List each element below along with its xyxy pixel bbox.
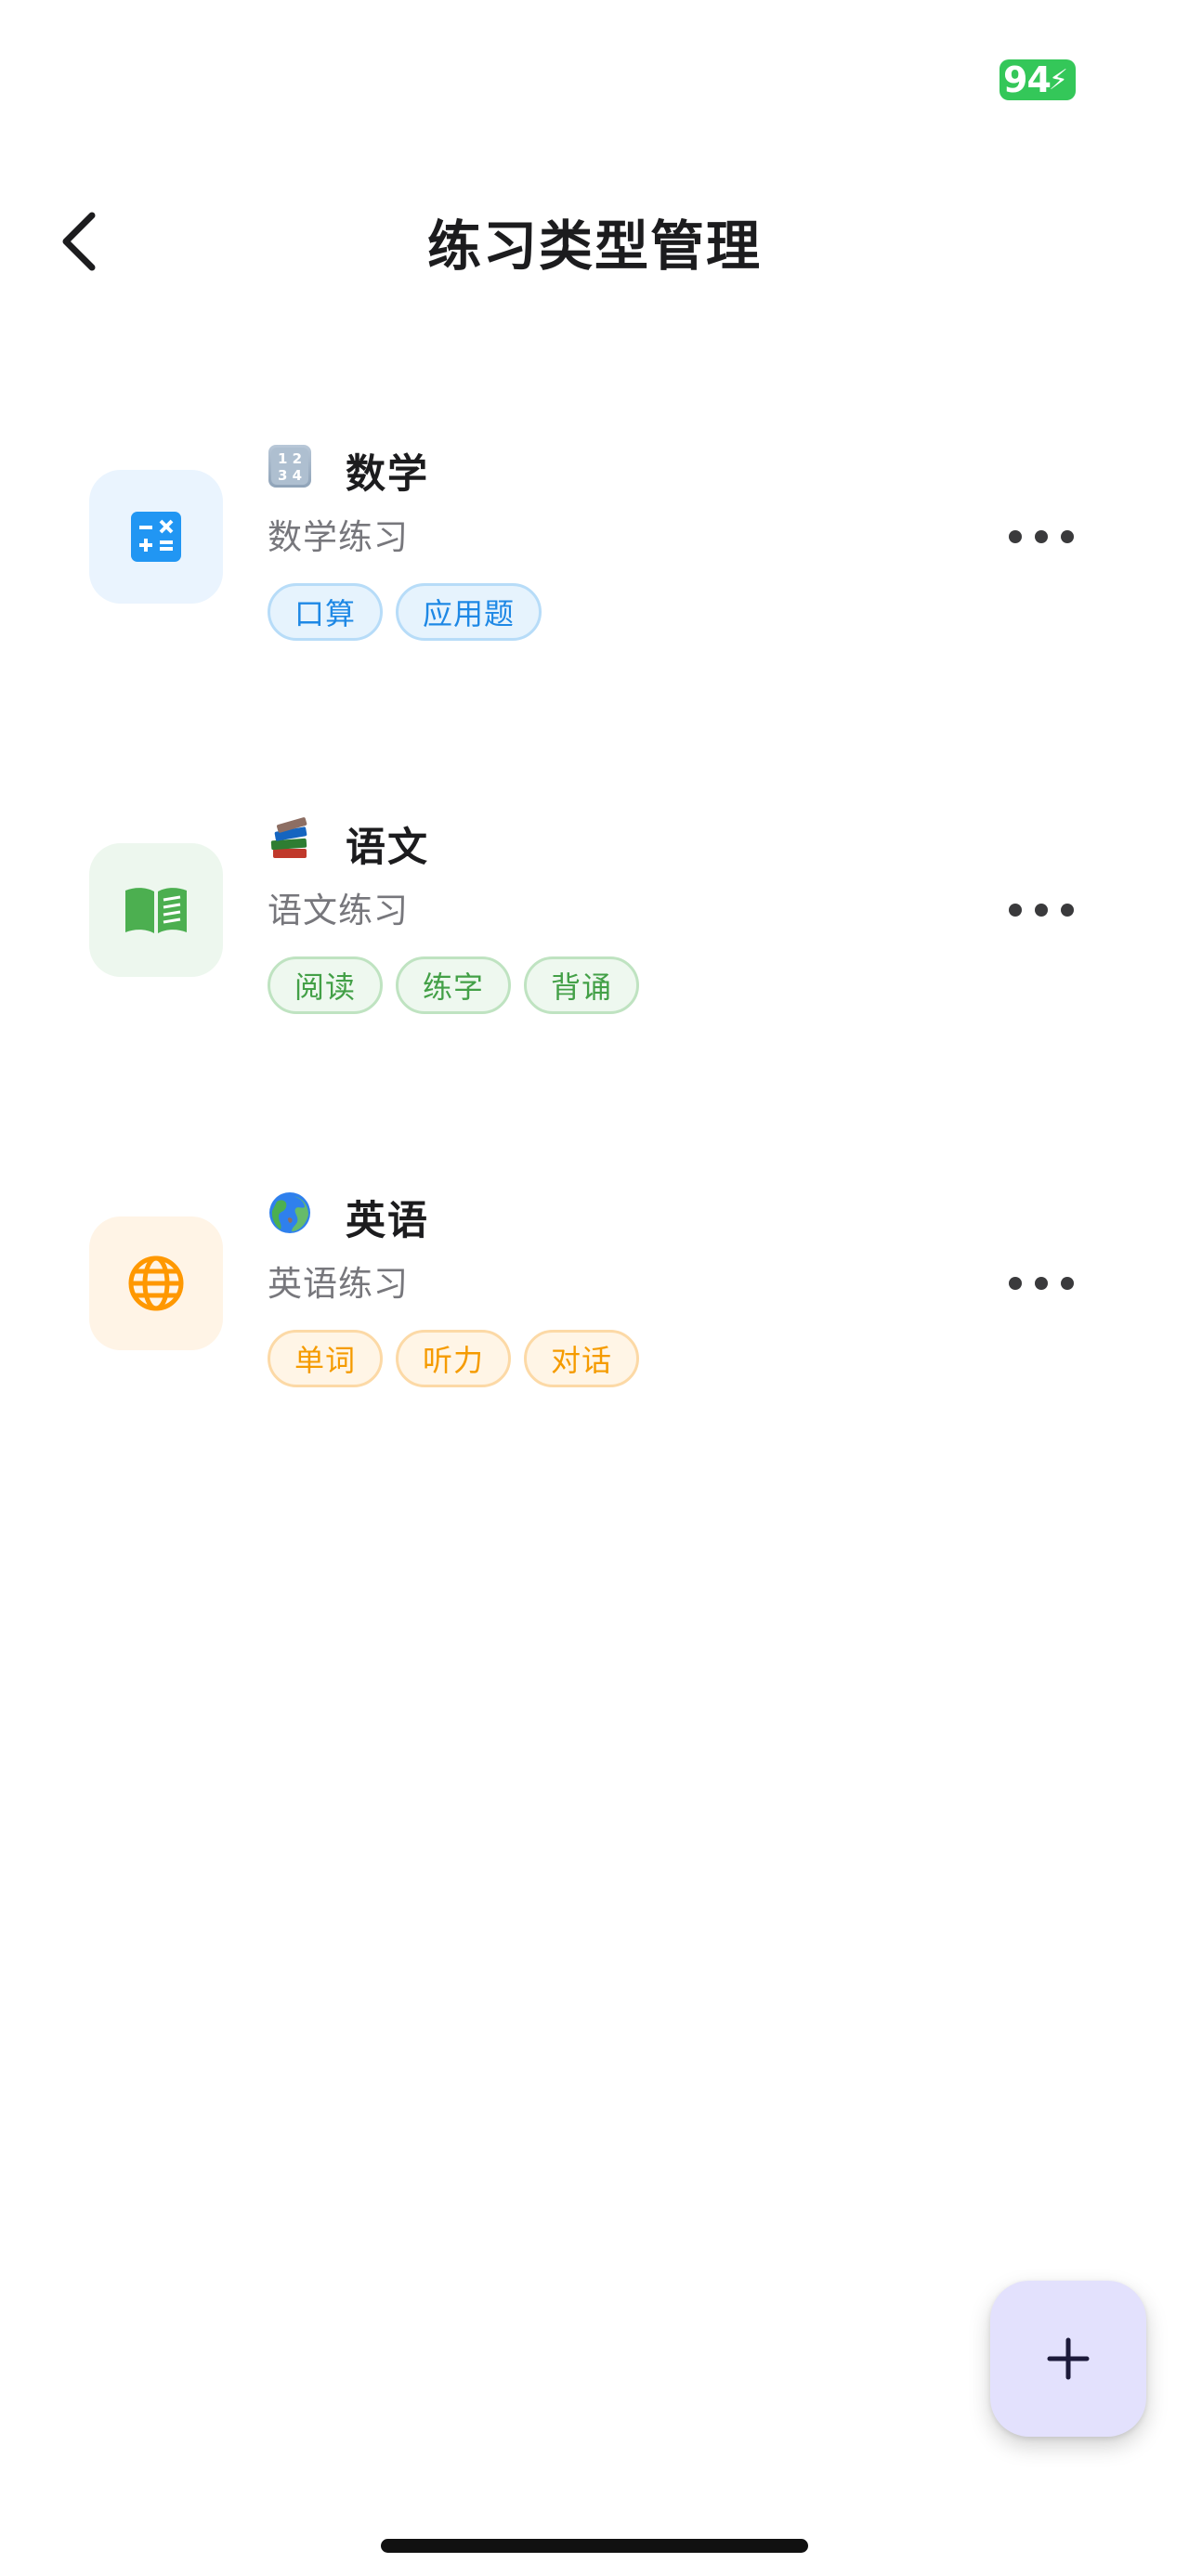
- tag-chip: 阅读: [268, 956, 384, 1014]
- type-icon-container: [89, 470, 223, 604]
- type-description: 语文练习: [268, 891, 409, 930]
- globe-emoji: [266, 1189, 314, 1237]
- charging-bolt-icon: ⚡: [1048, 63, 1068, 97]
- tag-list: 阅读 练字 背诵: [268, 956, 640, 1014]
- practice-type-management-screen: 94 ⚡ 练习类型管理 1 2 3 4 数学 数学练习 口算 应用题 语文 语文…: [0, 0, 1189, 2576]
- tag-list: 单词 听力 对话: [268, 1330, 640, 1387]
- battery-indicator: 94 ⚡: [1000, 59, 1076, 100]
- battery-level: 94: [1003, 59, 1052, 100]
- open-book-icon: [125, 888, 187, 933]
- dot: [1009, 1277, 1022, 1290]
- dot: [1009, 530, 1022, 543]
- globe-icon: [128, 1255, 184, 1311]
- tag-chip: 听力: [396, 1330, 512, 1387]
- type-icon-container: [89, 1216, 223, 1350]
- tag-list: 口算 应用题: [268, 583, 542, 641]
- svg-text:1 2: 1 2: [278, 450, 302, 467]
- tag-chip: 单词: [268, 1330, 384, 1387]
- tag-chip: 练字: [396, 956, 512, 1014]
- dot: [1009, 904, 1022, 917]
- calculator-icon: [131, 512, 181, 562]
- more-options-button[interactable]: [1009, 1265, 1074, 1302]
- more-options-button[interactable]: [1009, 518, 1074, 555]
- add-practice-type-button[interactable]: [990, 2281, 1146, 2437]
- more-options-button[interactable]: [1009, 891, 1074, 929]
- tag-chip: 应用题: [396, 583, 542, 641]
- page-title: 练习类型管理: [426, 215, 762, 278]
- type-description: 数学练习: [268, 517, 409, 557]
- svg-text:3 4: 3 4: [278, 467, 302, 484]
- dot: [1035, 530, 1048, 543]
- books-emoji: [266, 815, 314, 864]
- tag-chip: 对话: [524, 1330, 640, 1387]
- type-name: 数学: [346, 451, 429, 498]
- tag-chip: 口算: [268, 583, 384, 641]
- type-icon-container: [89, 843, 223, 977]
- dot: [1061, 1277, 1074, 1290]
- type-description: 英语练习: [268, 1264, 409, 1304]
- home-indicator[interactable]: [381, 2539, 808, 2553]
- dot: [1035, 1277, 1048, 1290]
- dot: [1061, 530, 1074, 543]
- dot: [1035, 904, 1048, 917]
- plus-icon: [1047, 2337, 1090, 2380]
- dot: [1061, 904, 1074, 917]
- numbers-keycap-emoji: 1 2 3 4: [266, 442, 314, 490]
- practice-type-card-english[interactable]: 英语 英语练习 单词 听力 对话: [0, 1181, 1189, 1423]
- practice-type-card-chinese[interactable]: 语文 语文练习 阅读 练字 背诵: [0, 808, 1189, 1049]
- type-name: 语文: [346, 825, 429, 871]
- tag-chip: 背诵: [524, 956, 640, 1014]
- type-name: 英语: [346, 1198, 429, 1244]
- practice-type-card-math[interactable]: 1 2 3 4 数学 数学练习 口算 应用题: [0, 435, 1189, 676]
